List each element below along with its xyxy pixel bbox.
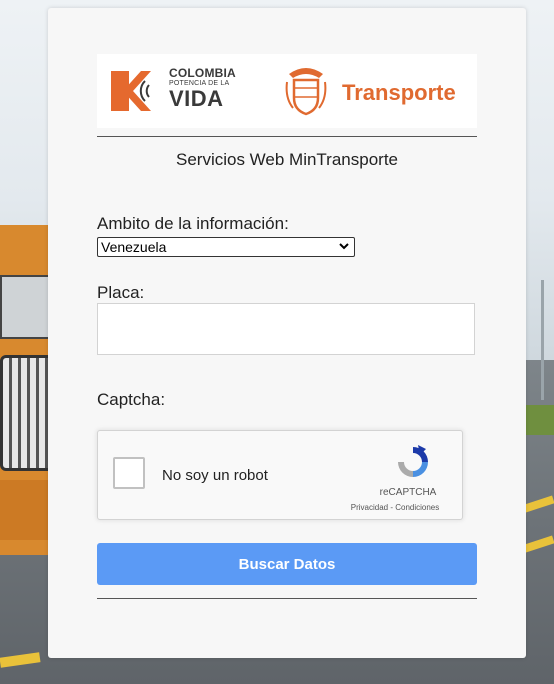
placa-label: Placa: — [97, 283, 145, 302]
coat-of-arms-icon — [285, 68, 327, 116]
login-card: COLOMBIA POTENCIA DE LA VIDA Transporte … — [48, 8, 526, 658]
ambito-selected-value: Venezuela — [101, 239, 167, 255]
recaptcha-icon — [398, 445, 428, 477]
brand-wordmark: COLOMBIA POTENCIA DE LA VIDA — [169, 67, 236, 110]
page-subtitle: Servicios Web MinTransporte — [175, 150, 399, 169]
recaptcha-brand: reCAPTCHA — [379, 487, 437, 498]
ministry-name: Transporte — [342, 80, 456, 105]
captcha-label: Captcha: — [97, 390, 166, 409]
recaptcha-checkbox[interactable] — [113, 457, 145, 489]
divider-bottom — [97, 598, 477, 599]
recaptcha-links[interactable]: Privacidad - Condiciones — [338, 503, 452, 512]
brand-line-1: COLOMBIA — [169, 66, 236, 80]
ambito-select[interactable]: Venezuela — [97, 237, 355, 257]
recaptcha-checkbox-label: No soy un robot — [162, 467, 268, 484]
buscar-datos-button[interactable]: Buscar Datos — [97, 543, 477, 585]
recaptcha-widget: No soy un robot reCAPTCHA Privacidad - C… — [97, 430, 463, 520]
ambito-label: Ambito de la información: — [97, 214, 289, 233]
brand-line-3: VIDA — [169, 86, 224, 111]
divider-top — [97, 136, 477, 137]
colombia-vida-icon — [111, 71, 151, 111]
chevron-down-icon — [339, 243, 349, 250]
header-logo-bar: COLOMBIA POTENCIA DE LA VIDA Transporte — [97, 54, 477, 128]
placa-input[interactable] — [97, 303, 475, 355]
